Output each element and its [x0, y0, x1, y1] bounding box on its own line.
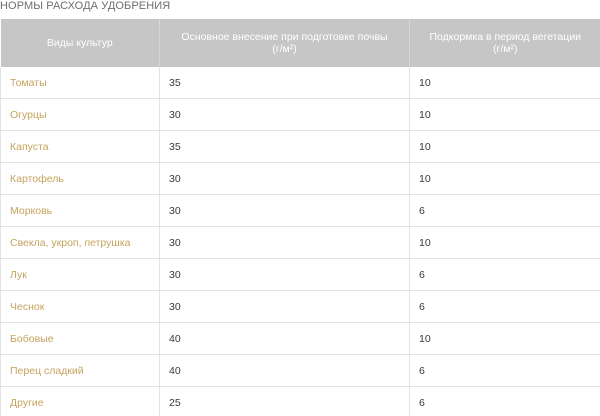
top-dressing-cell: 6 [409, 386, 600, 416]
table-body: Томаты 35 10 Огурцы 30 10 Капуста 35 10 Картофель… [0, 67, 600, 416]
crop-name-cell: Перец сладкий [0, 354, 160, 387]
table-row: Чеснок 30 6 [0, 290, 600, 323]
table-row: Свекла, укроп, петрушка 30 10 [0, 226, 600, 259]
crop-name-cell: Картофель [0, 162, 160, 195]
column-header-base-unit: (г/м²) [272, 43, 297, 55]
crop-name-cell: Капуста [0, 130, 160, 163]
fertilizer-table-container: Виды культур Основное внесение при подго… [0, 19, 600, 416]
table-row: Другие 25 6 [0, 386, 600, 416]
top-dressing-cell: 6 [409, 194, 600, 227]
base-application-cell: 30 [159, 98, 410, 131]
crop-name-cell: Огурцы [0, 98, 160, 131]
column-header-crop: Виды культур [0, 19, 160, 67]
table-header: Виды культур Основное внесение при подго… [0, 19, 600, 67]
base-application-cell: 40 [159, 354, 410, 387]
crop-name-cell: Лук [0, 258, 160, 291]
base-application-cell: 25 [159, 386, 410, 416]
crop-name-cell: Другие [0, 386, 160, 416]
table-header-row: Виды культур Основное внесение при подго… [0, 19, 600, 67]
column-header-base-label: Основное внесение при подготовке почвы [181, 31, 388, 43]
top-dressing-cell: 10 [409, 98, 600, 131]
top-dressing-cell: 10 [409, 130, 600, 163]
table-row: Томаты 35 10 [0, 67, 600, 99]
crop-name-cell: Свекла, укроп, петрушка [0, 226, 160, 259]
base-application-cell: 30 [159, 162, 410, 195]
base-application-cell: 35 [159, 67, 410, 99]
crop-name-cell: Томаты [0, 67, 160, 99]
top-dressing-cell: 10 [409, 162, 600, 195]
base-application-cell: 30 [159, 258, 410, 291]
page-title: НОРМЫ РАСХОДА УДОБРЕНИЯ [0, 0, 171, 12]
table-row: Перец сладкий 40 6 [0, 354, 600, 387]
base-application-cell: 30 [159, 290, 410, 323]
table-row: Огурцы 30 10 [0, 98, 600, 131]
crop-name-cell: Чеснок [0, 290, 160, 323]
base-application-cell: 30 [159, 194, 410, 227]
column-header-feed-unit: (г/м²) [493, 43, 518, 55]
top-dressing-cell: 6 [409, 290, 600, 323]
table-row: Лук 30 6 [0, 258, 600, 291]
top-dressing-cell: 10 [409, 67, 600, 99]
table-row: Бобовые 40 10 [0, 322, 600, 355]
base-application-cell: 40 [159, 322, 410, 355]
base-application-cell: 35 [159, 130, 410, 163]
top-dressing-cell: 10 [409, 322, 600, 355]
crop-name-cell: Бобовые [0, 322, 160, 355]
top-dressing-cell: 6 [409, 258, 600, 291]
table-row: Морковь 30 6 [0, 194, 600, 227]
top-dressing-cell: 6 [409, 354, 600, 387]
fertilizer-rate-table: Виды культур Основное внесение при подго… [0, 19, 600, 416]
column-header-base-application: Основное внесение при подготовке почвы (… [159, 19, 410, 67]
table-row: Картофель 30 10 [0, 162, 600, 195]
column-header-top-dressing: Подкормка в период вегетации (г/м²) [409, 19, 600, 67]
table-row: Капуста 35 10 [0, 130, 600, 163]
base-application-cell: 30 [159, 226, 410, 259]
column-header-feed-label: Подкормка в период вегетации [429, 31, 582, 43]
column-header-crop-label: Виды культур [46, 37, 113, 49]
top-dressing-cell: 10 [409, 226, 600, 259]
crop-name-cell: Морковь [0, 194, 160, 227]
